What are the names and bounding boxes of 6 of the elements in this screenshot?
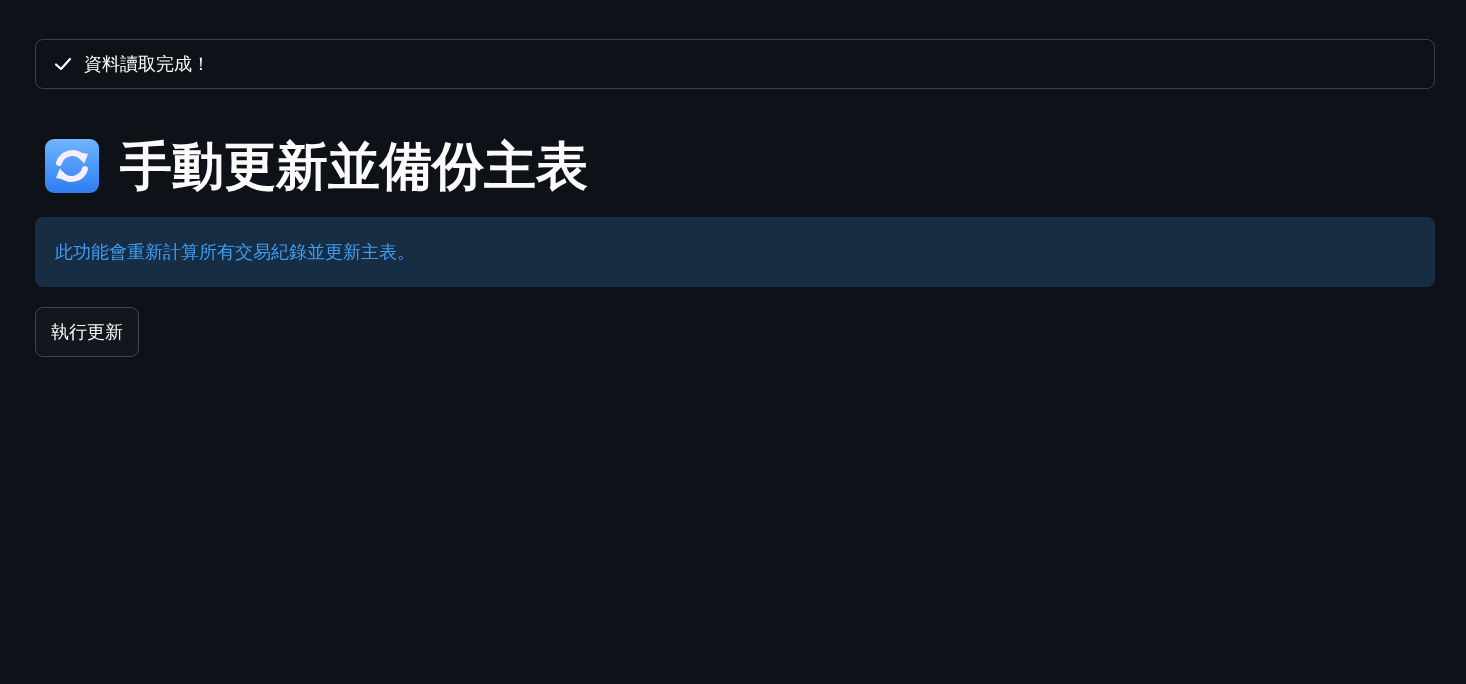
page-title: 手動更新並備份主表 — [120, 135, 588, 198]
info-text: 此功能會重新計算所有交易紀錄並更新主表。 — [55, 240, 415, 265]
refresh-icon — [44, 138, 100, 195]
update-button[interactable]: 執行更新 — [35, 307, 139, 358]
check-icon — [54, 55, 72, 73]
toast-text: 資料讀取完成！ — [84, 52, 210, 76]
